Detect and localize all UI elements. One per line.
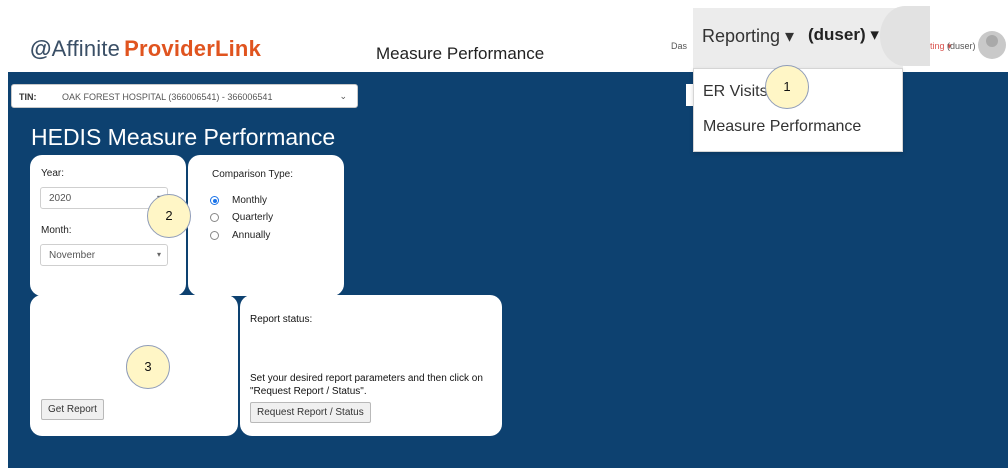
comparison-option-quarterly[interactable]: Quarterly	[210, 212, 273, 223]
page-title: Measure Performance	[376, 44, 545, 63]
month-label: Month:	[41, 225, 72, 236]
month-value: November	[49, 250, 96, 261]
year-value: 2020	[49, 193, 72, 204]
request-report-button[interactable]: Request Report / Status	[250, 402, 371, 423]
section-title: HEDIS Measure Performance	[31, 124, 336, 150]
radio-label: Monthly	[232, 195, 268, 206]
avatar[interactable]	[880, 6, 930, 66]
get-report-button[interactable]: Get Report	[41, 399, 104, 420]
report-instruction-line1: Set your desired report parameters and t…	[250, 373, 483, 384]
affinite-providerlink-logo[interactable]: @Affinite ProviderLink	[30, 36, 261, 62]
comparison-option-annually[interactable]: Annually	[210, 230, 270, 241]
year-label: Year:	[41, 168, 64, 179]
menu-item-er-visits[interactable]: ER Visits	[703, 83, 768, 101]
radio-label: Annually	[232, 230, 271, 241]
radio-button[interactable]	[210, 196, 219, 205]
logo-providerlink-text: ProviderLink	[124, 36, 262, 61]
tin-value: OAK FOREST HOSPITAL (366006541) - 366006…	[62, 92, 273, 102]
callout-1: 1	[765, 65, 809, 109]
radio-button[interactable]	[210, 231, 219, 240]
user-menu-toggle[interactable]: (duser) ▾	[808, 25, 879, 45]
month-select[interactable]: November ▾	[40, 244, 168, 266]
reporting-menu-toggle[interactable]: Reporting ▾	[702, 26, 794, 47]
radio-button[interactable]	[210, 213, 219, 222]
app-root: @Affinite ProviderLink Measure Performanc…	[0, 0, 1008, 468]
chevron-down-icon: ⌄	[339, 91, 347, 101]
comparison-option-monthly[interactable]: Monthly	[210, 195, 267, 206]
avatar[interactable]	[978, 31, 1006, 59]
tin-label: TIN:	[19, 92, 37, 102]
callout-3: 3	[126, 345, 170, 389]
report-instruction-line2: "Request Report / Status".	[250, 386, 367, 397]
menu-item-measure-performance[interactable]: Measure Performance	[703, 118, 861, 136]
comparison-type-label: Comparison Type:	[212, 169, 293, 180]
logo-mark: @	[30, 36, 52, 61]
logo-affinite-text: Affinite	[51, 36, 121, 61]
chevron-down-icon: ▾	[156, 250, 161, 259]
callout-2: 2	[147, 194, 191, 238]
radio-label: Quarterly	[232, 212, 274, 223]
nav-dashboard-link[interactable]: Das	[671, 41, 687, 51]
tin-select[interactable]: TIN: OAK FOREST HOSPITAL (366006541) - 3…	[11, 84, 358, 108]
report-status-label: Report status:	[250, 314, 313, 325]
